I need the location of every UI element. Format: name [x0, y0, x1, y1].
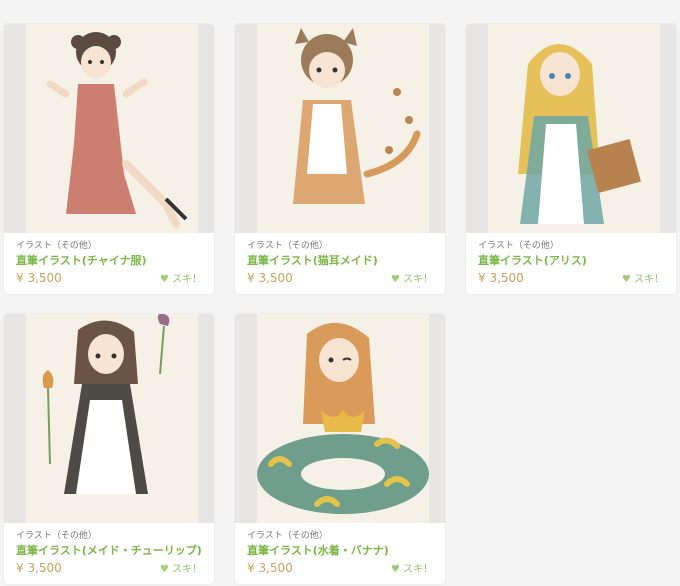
- product-image[interactable]: [4, 314, 214, 523]
- illustration-swimsuit-banana: [257, 322, 429, 514]
- product-image[interactable]: [235, 24, 445, 233]
- product-image[interactable]: [4, 24, 214, 233]
- heart-icon: ♥: [621, 274, 631, 285]
- illustration-alice: [518, 44, 641, 224]
- illustration-china-dress: [46, 32, 188, 228]
- illustration-maid-tulip: [42, 314, 170, 494]
- heart-icon: ♥: [390, 274, 400, 285]
- like-button[interactable]: ♥ スキ！: [391, 560, 433, 575]
- product-category: イラスト（その他）: [16, 241, 97, 251]
- product-card[interactable]: イラスト（その他） 直筆イラスト(猫耳メイド) ¥ 3,500 ♥ スキ！: [235, 24, 445, 294]
- product-title[interactable]: 直筆イラスト(アリス): [478, 253, 664, 269]
- heart-icon: ♥: [390, 564, 400, 575]
- product-card[interactable]: イラスト（その他） 直筆イラスト(チャイナ服) ¥ 3,500 ♥ スキ！: [4, 24, 214, 294]
- like-button[interactable]: ♥ スキ！: [160, 560, 202, 575]
- like-button[interactable]: ♥ スキ！: [622, 270, 664, 285]
- like-label: スキ！: [172, 564, 202, 575]
- product-card[interactable]: イラスト（その他） 直筆イラスト(水着・バナナ) ¥ 3,500 ♥ スキ！: [235, 314, 445, 584]
- product-category: イラスト（その他）: [247, 241, 328, 251]
- product-category: イラスト（その他）: [16, 531, 97, 541]
- product-card[interactable]: イラスト（その他） 直筆イラスト(メイド・チューリップ) ¥ 3,500 ♥ ス…: [4, 314, 214, 584]
- like-button[interactable]: ♥ スキ！: [160, 270, 202, 285]
- product-title[interactable]: 直筆イラスト(水着・バナナ): [247, 543, 433, 559]
- like-button[interactable]: ♥ スキ！: [391, 270, 433, 285]
- like-label: スキ！: [403, 564, 433, 575]
- heart-icon: ♥: [159, 274, 169, 285]
- product-title[interactable]: 直筆イラスト(チャイナ服): [16, 253, 202, 269]
- product-image[interactable]: [235, 314, 445, 523]
- product-category: イラスト（その他）: [247, 531, 328, 541]
- product-category: イラスト（その他）: [478, 241, 559, 251]
- product-grid: イラスト（その他） 直筆イラスト(チャイナ服) ¥ 3,500 ♥ スキ！ イラ…: [0, 0, 680, 586]
- product-card[interactable]: イラスト（その他） 直筆イラスト(アリス) ¥ 3,500 ♥ スキ！: [466, 24, 676, 294]
- like-label: スキ！: [403, 274, 433, 285]
- product-title[interactable]: 直筆イラスト(メイド・チューリップ): [16, 543, 202, 559]
- product-title[interactable]: 直筆イラスト(猫耳メイド): [247, 253, 433, 269]
- product-image[interactable]: [466, 24, 676, 233]
- heart-icon: ♥: [159, 564, 169, 575]
- illustration-cat-ear-maid: [293, 28, 421, 204]
- like-label: スキ！: [172, 274, 202, 285]
- like-label: スキ！: [634, 274, 664, 285]
